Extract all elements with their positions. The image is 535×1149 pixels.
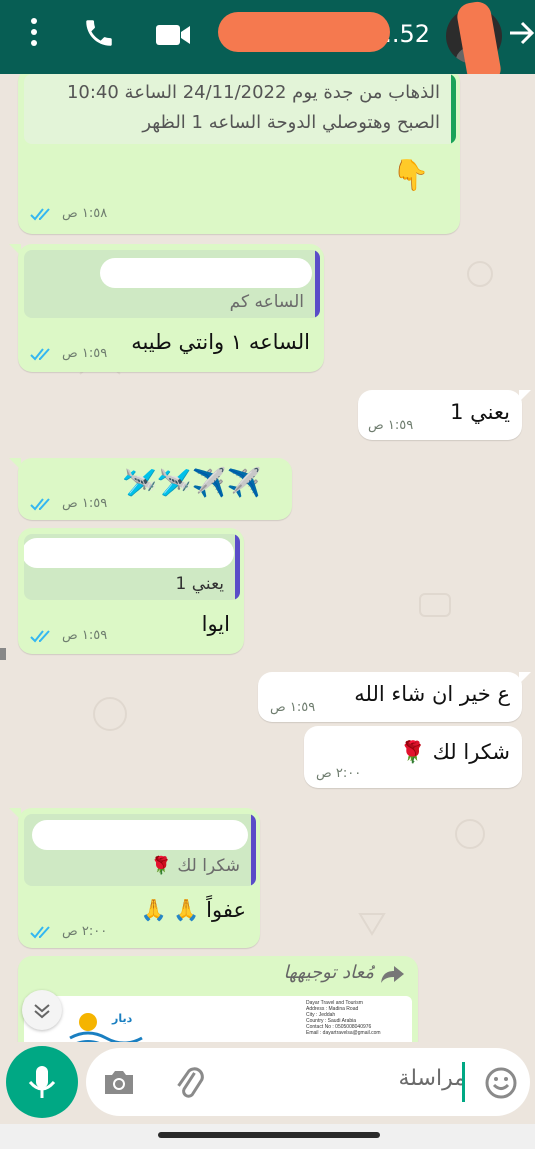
mic-icon (28, 1066, 56, 1098)
redaction-mark (32, 820, 248, 850)
quote-bar (235, 534, 240, 600)
read-receipt-icon (30, 208, 50, 221)
doc-line: Email : dayartravelsa@gmail.com (306, 1030, 381, 1036)
message-text: يعني 1 (450, 400, 510, 424)
message-bubble[interactable]: 🛩️🛩️✈️✈️ ١:٥٩ ص (9, 458, 292, 520)
chat-header: ...52 (0, 0, 535, 87)
message-bubble[interactable]: شكرا لك 🌹 عفواً 🙏 🙏 ٢:٠٠ ص (9, 808, 260, 948)
redaction-mark (218, 12, 390, 52)
more-options-icon[interactable] (26, 18, 42, 52)
message-text: الساعه ١ وانتي طيبه (131, 330, 310, 354)
redaction-mark (24, 538, 234, 568)
quoted-message[interactable]: شكرا لك 🌹 (24, 814, 256, 886)
redaction-mark (100, 258, 312, 288)
quoted-text: شكرا لك 🌹 (150, 856, 240, 876)
message-text: الصبح وهتوصلي الدوحة الساعه 1 الظهر (142, 112, 440, 133)
video-call-icon[interactable] (154, 20, 192, 50)
forward-icon (381, 966, 404, 983)
camera-icon[interactable] (102, 1066, 136, 1098)
message-bubble[interactable]: شكرا لك 🌹 ٢:٠٠ ص (304, 726, 522, 788)
quoted-message[interactable]: الساعه كم (24, 250, 320, 318)
message-bubble[interactable]: مُعاد توجيهها ديار Dayar Travel and Tour… (18, 956, 418, 1042)
scroll-indicator (0, 648, 6, 660)
message-text: عفواً 🙏 🙏 (140, 898, 246, 922)
message-bubble[interactable]: ع خير ان شاء الله ١:٥٩ ص (258, 672, 531, 722)
message-time: ٢:٠٠ ص (62, 924, 108, 939)
message-time: ٢:٠٠ ص (316, 766, 362, 781)
message-text: ع خير ان شاء الله (354, 682, 510, 706)
quoted-text: الساعه كم (229, 292, 304, 312)
message-time: ١:٥٩ ص (270, 700, 316, 715)
quoted-text: يعني 1 (175, 574, 224, 594)
attach-icon[interactable] (172, 1064, 206, 1100)
message-bubble[interactable]: يعني 1 ١:٥٩ ص (358, 390, 531, 440)
message-bubble[interactable]: الذهاب من جدة يوم 24/11/2022 الساعة 10:4… (18, 74, 460, 234)
home-indicator[interactable] (158, 1132, 380, 1138)
forwarded-label: مُعاد توجيهها (283, 962, 375, 983)
document-preview[interactable]: ديار Dayar Travel and Tourism Address : … (24, 996, 412, 1042)
message-bubble[interactable]: الساعه كم الساعه ١ وانتي طيبه ١:٥٩ ص (9, 244, 324, 372)
emoji-icon[interactable] (484, 1066, 518, 1100)
message-text: ايوا (201, 612, 230, 636)
quote-bar (251, 814, 256, 886)
read-receipt-icon (30, 348, 50, 361)
chevron-down-icon (34, 1004, 50, 1019)
quoted-message[interactable]: يعني 1 (24, 534, 240, 600)
document-text: Dayar Travel and Tourism Address : Madin… (306, 1000, 381, 1036)
quoted-message[interactable]: الذهاب من جدة يوم 24/11/2022 الساعة 10:4… (24, 74, 456, 144)
chat-area[interactable]: الذهاب من جدة يوم 24/11/2022 الساعة 10:4… (0, 74, 535, 1042)
message-time: ١:٥٩ ص (62, 346, 108, 361)
message-time: ١:٥٩ ص (62, 628, 108, 643)
message-time: ١:٥٨ ص (62, 206, 108, 221)
quote-bar (451, 74, 456, 144)
back-arrow-icon[interactable] (506, 18, 535, 48)
mic-button[interactable] (6, 1046, 78, 1118)
quote-bar (315, 250, 320, 318)
logo: ديار (66, 1004, 144, 1042)
message-bubble[interactable]: يعني 1 ايوا ١:٥٩ ص (18, 528, 244, 654)
emoji: 🛩️🛩️✈️✈️ (122, 466, 262, 499)
message-time: ١:٥٩ ص (62, 496, 108, 511)
message-composer[interactable]: مراسلة (86, 1048, 530, 1116)
read-receipt-icon (30, 498, 50, 511)
read-receipt-icon (30, 630, 50, 643)
logo-text: ديار (112, 1012, 133, 1025)
message-time: ١:٥٩ ص (368, 418, 414, 433)
emoji: 👇 (392, 158, 430, 193)
text-cursor (462, 1062, 465, 1102)
phone-call-icon[interactable] (82, 16, 116, 50)
read-receipt-icon (30, 926, 50, 939)
message-text: الذهاب من جدة يوم 24/11/2022 الساعة 10:4… (66, 82, 440, 103)
scroll-down-button[interactable] (22, 990, 62, 1030)
message-input[interactable]: مراسلة (398, 1066, 466, 1091)
message-text: شكرا لك 🌹 (399, 740, 510, 764)
